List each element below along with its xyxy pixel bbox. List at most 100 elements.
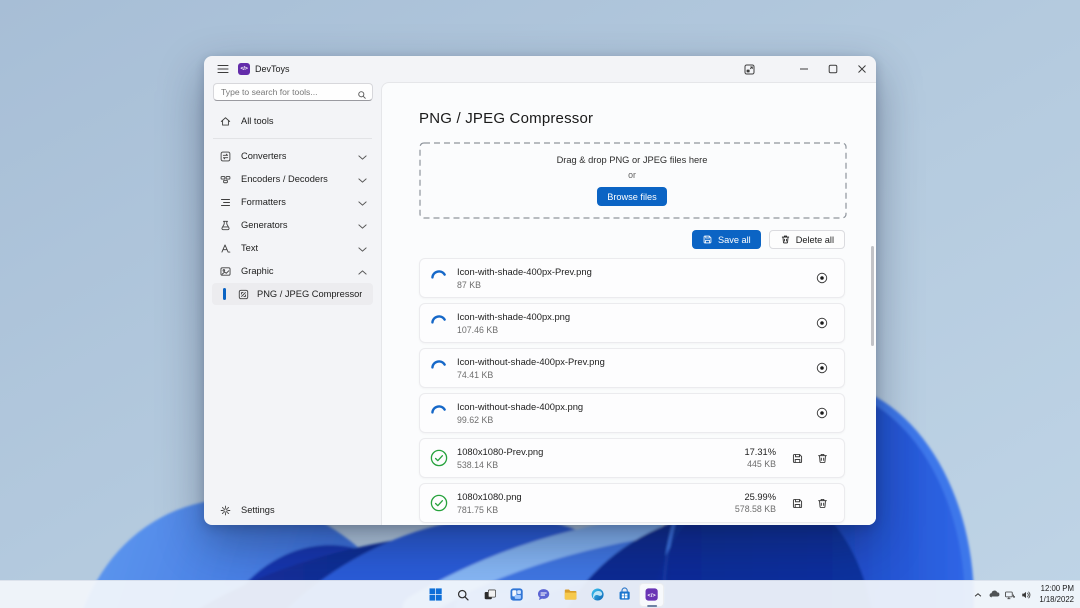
dropzone-border [419, 142, 847, 219]
svg-text:</>: </> [648, 593, 657, 599]
dropzone[interactable]: Drag & drop PNG or JPEG files here or Br… [419, 142, 845, 219]
taskbar-clock[interactable]: 12:00 PM 1/18/2022 [1039, 584, 1074, 604]
selection-indicator [223, 288, 226, 300]
main-content: PNG / JPEG Compressor Drag & drop PNG or… [381, 82, 876, 525]
taskbar-edge-icon[interactable] [585, 583, 610, 607]
progress-spinner-icon [430, 314, 448, 332]
file-row: 1080x1080-Prev.png 538.14 KB 17.31% 445 … [419, 438, 845, 478]
chevron-up-icon [356, 266, 366, 276]
save-file-button[interactable] [788, 448, 806, 468]
file-row: Icon-with-shade-400px.png 107.46 KB [419, 303, 845, 343]
success-check-icon [430, 494, 448, 512]
save-file-button[interactable] [788, 493, 806, 513]
compressed-size: 445 KB [744, 459, 776, 469]
file-list: Icon-with-shade-400px-Prev.png 87 KB Ico… [419, 258, 845, 523]
onedrive-icon[interactable] [986, 584, 1002, 606]
compressed-size: 578.58 KB [735, 504, 776, 514]
success-check-icon [430, 449, 448, 467]
page-title: PNG / JPEG Compressor [419, 110, 845, 127]
taskbar-devtoys-icon[interactable]: </> [639, 583, 664, 607]
sidebar-item-graphic[interactable]: Graphic [212, 260, 373, 282]
progress-spinner-icon [430, 404, 448, 422]
sidebar-item-encoders-decoders[interactable]: Encoders / Decoders [212, 168, 373, 190]
gear-icon [219, 504, 232, 517]
file-row: Icon-without-shade-400px.png 99.62 KB [419, 393, 845, 433]
sidebar-item-settings[interactable]: Settings [212, 499, 373, 521]
file-name: 1080x1080.png [457, 491, 522, 502]
tool-search-box[interactable] [213, 83, 373, 101]
sidebar-item-generators[interactable]: Generators [212, 214, 373, 236]
sidebar-divider [213, 138, 372, 139]
file-name: Icon-with-shade-400px.png [457, 311, 570, 322]
hamburger-menu-button[interactable] [212, 59, 234, 79]
file-size: 781.75 KB [457, 505, 522, 515]
taskbar-store-icon[interactable] [612, 583, 637, 607]
file-size: 538.14 KB [457, 460, 543, 470]
text-icon [219, 242, 232, 255]
file-row: Icon-with-shade-400px-Prev.png 87 KB [419, 258, 845, 298]
compression-result: 25.99% 578.58 KB [735, 492, 776, 515]
devtoys-window: </> DevToys [204, 56, 876, 525]
chevron-down-icon [356, 174, 366, 184]
taskbar-task-view-icon[interactable] [477, 583, 502, 607]
sidebar-item-all-tools[interactable]: All tools [212, 110, 373, 132]
sidebar-item-formatters[interactable]: Formatters [212, 191, 373, 213]
maximize-button[interactable] [818, 57, 847, 81]
save-icon [702, 234, 713, 245]
titlebar: </> DevToys [204, 56, 876, 82]
sidebar-item-text[interactable]: Text [212, 237, 373, 259]
minimize-button[interactable] [789, 57, 818, 81]
sidebar-item-converters[interactable]: Converters [212, 145, 373, 167]
delete-file-button[interactable] [813, 448, 831, 468]
file-size: 87 KB [457, 280, 592, 290]
save-all-button[interactable]: Save all [692, 230, 761, 249]
encoders-icon [219, 173, 232, 186]
window-title: DevToys [255, 64, 290, 74]
home-icon [219, 115, 232, 128]
taskbar-file-explorer-icon[interactable] [558, 583, 583, 607]
generators-icon [219, 219, 232, 232]
file-size: 99.62 KB [457, 415, 583, 425]
file-name: Icon-with-shade-400px-Prev.png [457, 266, 592, 277]
desktop: </> DevToys [0, 0, 1080, 608]
taskbar-widgets-icon[interactable] [504, 583, 529, 607]
progress-spinner-icon [430, 269, 448, 287]
devtoys-logo-icon: </> [238, 63, 250, 75]
delete-file-button[interactable] [813, 493, 831, 513]
file-name: Icon-without-shade-400px.png [457, 401, 583, 412]
system-tray: 12:00 PM 1/18/2022 [970, 581, 1077, 608]
delete-all-button[interactable]: Delete all [769, 230, 845, 249]
chevron-down-icon [356, 197, 366, 207]
taskbar-chat-icon[interactable] [531, 583, 556, 607]
cancel-compression-button[interactable] [813, 403, 831, 423]
search-input[interactable] [221, 87, 357, 97]
taskbar-start-icon[interactable] [423, 583, 448, 607]
chevron-down-icon [356, 243, 366, 253]
close-button[interactable] [847, 57, 876, 81]
chevron-up-icon[interactable] [970, 584, 986, 606]
network-icon[interactable] [1002, 584, 1018, 606]
taskbar-search-icon[interactable] [450, 583, 475, 607]
graphic-icon [219, 265, 232, 278]
chevron-down-icon [356, 220, 366, 230]
compression-percent: 17.31% [744, 447, 776, 457]
cancel-compression-button[interactable] [813, 268, 831, 288]
trash-icon [780, 234, 791, 245]
converters-icon [219, 150, 232, 163]
cancel-compression-button[interactable] [813, 313, 831, 333]
compact-overlay-button[interactable] [736, 58, 763, 80]
compression-percent: 25.99% [735, 492, 776, 502]
progress-spinner-icon [430, 359, 448, 377]
cancel-compression-button[interactable] [813, 358, 831, 378]
compression-result: 17.31% 445 KB [744, 447, 776, 470]
volume-icon[interactable] [1018, 584, 1034, 606]
sidebar-item-png-jpeg-compressor[interactable]: PNG / JPEG Compressor [212, 283, 373, 305]
file-name: 1080x1080-Prev.png [457, 446, 543, 457]
chevron-down-icon [356, 151, 366, 161]
file-row: Icon-without-shade-400px-Prev.png 74.41 … [419, 348, 845, 388]
sidebar: All tools Converters Encoders / Decoders… [204, 82, 381, 525]
actions-row: Save all Delete all [419, 230, 845, 249]
formatters-icon [219, 196, 232, 209]
file-row: 1080x1080.png 781.75 KB 25.99% 578.58 KB [419, 483, 845, 523]
scrollbar-thumb[interactable] [871, 246, 874, 346]
